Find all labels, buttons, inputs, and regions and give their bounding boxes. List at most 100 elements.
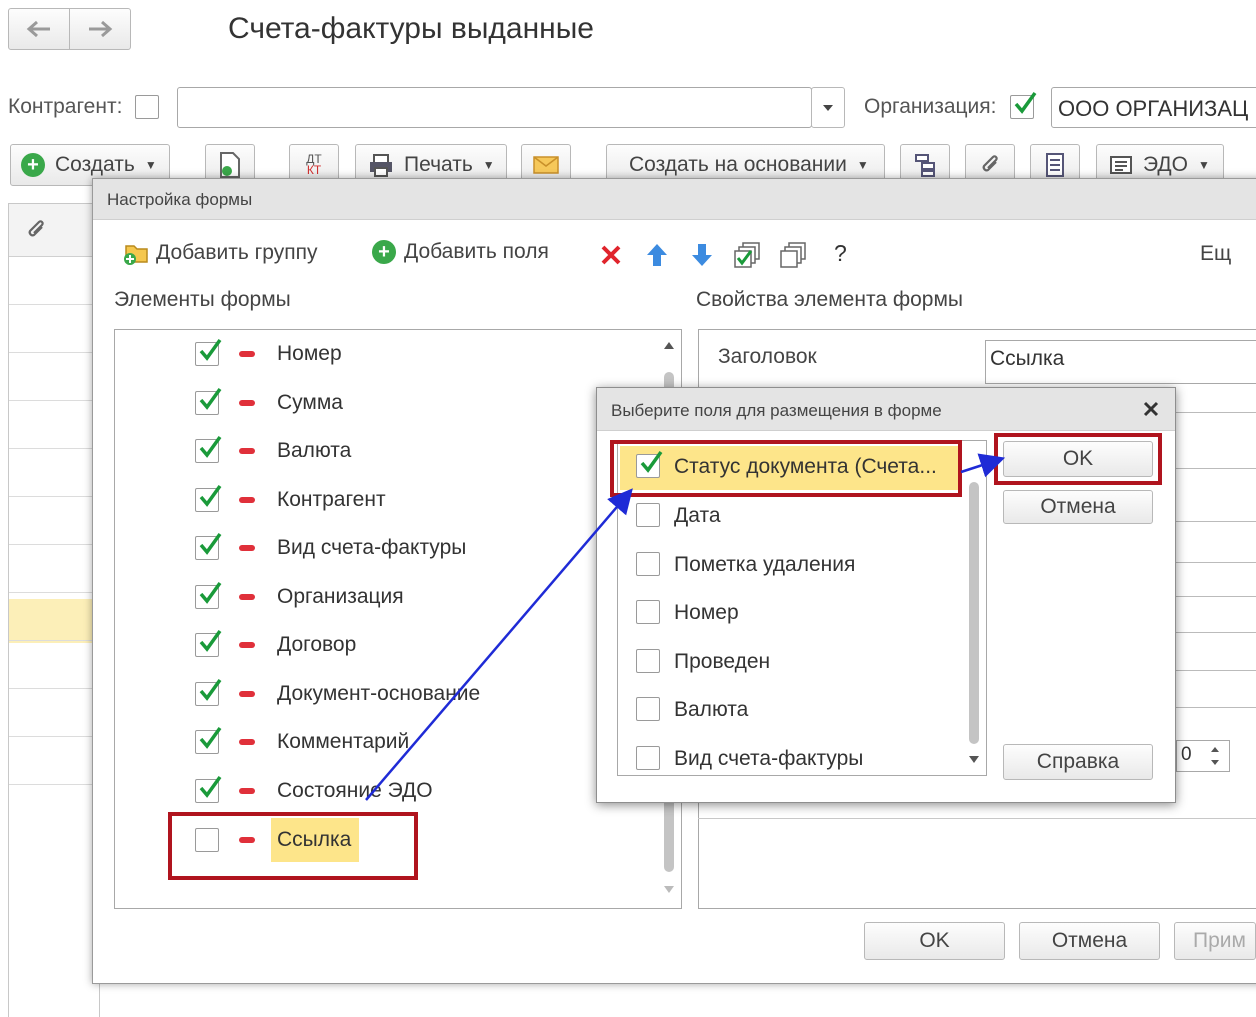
chevron-down-icon: ▼ xyxy=(1197,158,1210,172)
back-button[interactable] xyxy=(8,8,70,50)
chevron-down-icon: ▼ xyxy=(144,158,157,172)
counterparty-dropdown-button[interactable] xyxy=(811,87,845,128)
dialog-title: Настройка формы xyxy=(107,190,253,209)
fields-scrollbar[interactable] xyxy=(967,446,981,772)
row-label: Договор xyxy=(277,633,357,656)
row-checkbox[interactable] xyxy=(195,532,222,560)
row-checkbox[interactable] xyxy=(195,435,222,463)
create-based-on-label: Создать на основании xyxy=(629,153,847,176)
settings-ok-button[interactable]: OK xyxy=(864,922,1005,960)
field-label: Валюта xyxy=(674,698,749,721)
annotation-box-status xyxy=(610,440,962,497)
paperclip-icon xyxy=(982,155,998,172)
field-minus-icon xyxy=(239,739,255,745)
row-checkbox[interactable] xyxy=(195,726,222,754)
field-checkbox[interactable] xyxy=(636,746,660,770)
field-checkbox[interactable] xyxy=(636,600,660,624)
spinner-value: 0 xyxy=(1181,744,1192,765)
check-all-icon[interactable] xyxy=(734,241,762,269)
chevron-down-icon: ▼ xyxy=(856,158,869,172)
row-label: Сумма xyxy=(277,391,343,414)
scroll-down-icon xyxy=(664,886,674,893)
field-minus-icon xyxy=(239,400,255,406)
table-row-selected[interactable] xyxy=(9,599,99,643)
field-label: Номер xyxy=(674,601,739,624)
settings-cancel-button[interactable]: Отмена xyxy=(1019,922,1160,960)
fields-cancel-button[interactable]: Отмена xyxy=(1003,490,1153,524)
help-question-button[interactable]: ? xyxy=(834,240,847,267)
field-minus-icon xyxy=(239,691,255,697)
table-header xyxy=(9,204,99,257)
field-checkbox[interactable] xyxy=(636,552,660,576)
annotation-box-ok xyxy=(994,433,1162,485)
settings-apply-button[interactable]: Прим xyxy=(1174,922,1256,960)
field-label: Дата xyxy=(674,504,721,527)
row-checkbox[interactable] xyxy=(195,581,222,609)
scroll-thumb[interactable] xyxy=(969,482,979,744)
counterparty-input[interactable] xyxy=(177,87,812,128)
organization-checkbox[interactable] xyxy=(1010,91,1037,119)
annotation-box-link xyxy=(168,812,418,880)
spinner-input[interactable]: 0 xyxy=(1176,740,1230,772)
field-checkbox[interactable] xyxy=(636,503,660,527)
field-label: Пометка удаления xyxy=(674,553,856,576)
forward-button[interactable] xyxy=(69,8,131,50)
row-checkbox[interactable] xyxy=(195,629,222,657)
field-checkbox[interactable] xyxy=(636,649,660,673)
row-label: Комментарий xyxy=(277,730,410,753)
document-add-icon xyxy=(220,152,240,178)
settings-ok-label: OK xyxy=(919,929,950,952)
row-label: Состояние ЭДО xyxy=(277,779,433,802)
counterparty-checkbox[interactable] xyxy=(135,95,159,119)
chevron-down-icon: ▼ xyxy=(482,158,495,172)
scroll-up-icon[interactable] xyxy=(664,342,674,349)
plus-circle-icon: + xyxy=(372,240,396,264)
delete-icon[interactable] xyxy=(598,242,624,268)
add-group-button[interactable]: Добавить группу xyxy=(122,240,318,266)
close-icon[interactable] xyxy=(1143,401,1159,417)
fields-dialog-titlebar: Выберите поля для размещения в форме xyxy=(597,388,1175,431)
property-title-value: Ссылка xyxy=(990,347,1065,370)
settings-cancel-label: Отмена xyxy=(1051,929,1128,952)
field-minus-icon xyxy=(239,351,255,357)
fields-dialog-title: Выберите поля для размещения в форме xyxy=(611,401,942,420)
row-checkbox[interactable] xyxy=(195,484,222,512)
chevron-down-icon xyxy=(823,104,833,111)
move-up-icon[interactable] xyxy=(644,242,670,268)
document-list-icon xyxy=(1046,153,1064,177)
row-checkbox[interactable] xyxy=(195,387,222,415)
row-label: Организация xyxy=(277,585,404,608)
fields-help-label: Справка xyxy=(1036,750,1120,773)
edo-label: ЭДО xyxy=(1143,153,1188,176)
add-fields-button[interactable]: + Добавить поля xyxy=(372,240,549,264)
spinner-down-icon[interactable] xyxy=(1211,760,1219,765)
scroll-down-icon[interactable] xyxy=(969,756,979,763)
paperclip-icon xyxy=(28,220,44,237)
more-button[interactable]: Ещ xyxy=(1200,242,1231,266)
spinner-up-icon[interactable] xyxy=(1211,747,1219,752)
hierarchy-icon xyxy=(915,154,935,177)
folder-add-icon xyxy=(124,245,148,265)
page-title: Счета-фактуры выданные xyxy=(228,12,594,45)
organization-label: Организация: xyxy=(864,95,997,118)
move-down-icon[interactable] xyxy=(689,242,715,268)
envelope-icon xyxy=(533,156,559,174)
dialog-titlebar: Настройка формы xyxy=(93,179,1256,220)
properties-header: Свойства элемента формы xyxy=(696,288,964,311)
field-checkbox[interactable] xyxy=(636,697,660,721)
counterparty-label: Контрагент: xyxy=(8,95,123,118)
field-minus-icon xyxy=(239,594,255,600)
row-label: Документ-основание xyxy=(277,682,481,705)
row-checkbox[interactable] xyxy=(195,775,222,803)
plus-circle-icon: + xyxy=(21,153,45,177)
row-checkbox[interactable] xyxy=(195,678,222,706)
organization-input[interactable]: ООО ОРГАНИЗАЦ xyxy=(1051,87,1256,128)
row-checkbox[interactable] xyxy=(195,338,222,366)
fields-help-button[interactable]: Справка xyxy=(1003,744,1153,780)
fields-cancel-label: Отмена xyxy=(1040,495,1116,518)
field-minus-icon xyxy=(239,448,255,454)
document-list-table[interactable] xyxy=(8,203,100,1017)
uncheck-all-icon[interactable] xyxy=(780,241,808,269)
add-group-label: Добавить группу xyxy=(156,241,318,264)
property-title-input[interactable]: Ссылка xyxy=(985,340,1256,384)
